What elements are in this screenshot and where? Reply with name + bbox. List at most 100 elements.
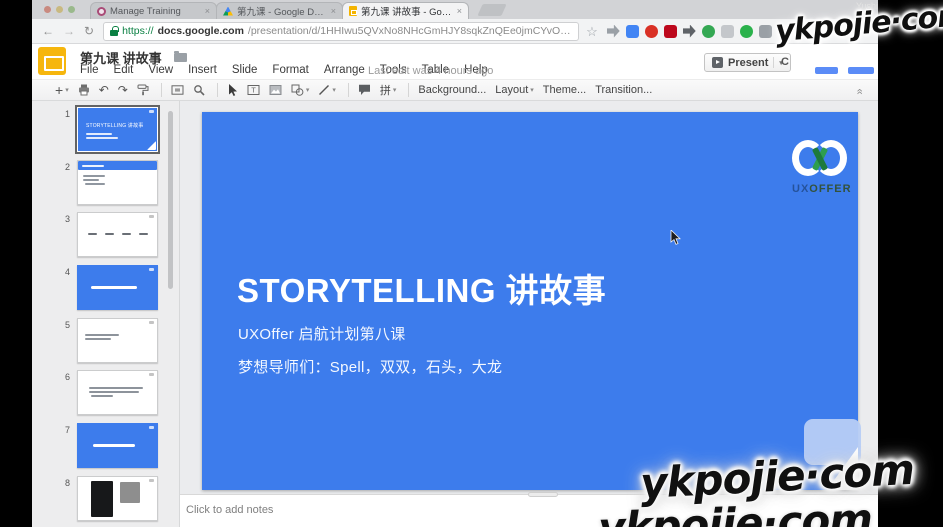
slide-mentors-line[interactable]: 梦想导师们：Spell，双双，石头，大龙 [238,356,502,377]
slide-number: 8 [56,478,70,488]
share-button-fragment[interactable] [815,67,838,74]
select-tool-button[interactable] [224,82,241,99]
shape-icon [291,84,304,96]
green-circle-extension-icon[interactable] [740,25,753,38]
dropdown-caret-icon[interactable]: ▾ [65,87,69,94]
slide-thumbnail[interactable]: STORYTELLING 讲故事 [77,107,158,152]
gray-extension-icon[interactable] [721,25,734,38]
hide-menus-icon[interactable]: « [853,88,865,93]
check-extension-icon[interactable] [702,25,715,38]
theme-button[interactable]: Theme... [540,82,589,99]
last-edit-status[interactable]: Last edit was 4 hours ago [368,65,493,77]
google-slides-logo-icon[interactable] [38,47,66,75]
bookmark-star-icon[interactable]: ☆ [586,25,598,38]
uxoffer-logo-text: UXOFFER [792,183,848,195]
back-icon[interactable]: ← [42,25,54,37]
insert-line-button[interactable]: ▾ [315,82,339,99]
menu-insert[interactable]: Insert [188,64,217,76]
tab-close-icon[interactable]: × [331,6,336,16]
thumbnail-corner-mark [149,426,154,429]
slide-thumbnail[interactable] [77,212,158,257]
menu-slide[interactable]: Slide [232,64,258,76]
new-slide-button[interactable]: +▾ [52,82,72,99]
tab-strip-tabs: Manage Training×第九课 - Google Drive×第九课 讲… [90,2,468,19]
pin-extension-icon[interactable] [664,25,677,38]
window-close-button[interactable] [44,6,51,13]
slide-thumbnail[interactable] [77,318,158,363]
paint-format-button[interactable] [134,82,152,99]
slide-thumbnail[interactable] [77,370,158,415]
comments-button[interactable]: C [781,56,789,68]
menu-format[interactable]: Format [272,64,308,76]
browser-tab[interactable]: Manage Training × [90,2,217,19]
menu-view[interactable]: View [148,64,173,76]
present-button[interactable]: Present ▾ [704,53,791,72]
thumbnail-dash [88,233,97,235]
zoom-button[interactable] [190,82,208,99]
reload-icon[interactable]: ↻ [84,25,94,37]
dropdown-caret-icon[interactable]: ▾ [393,87,397,94]
layout-button[interactable]: Layout▾ [492,82,537,99]
transition-button[interactable]: Transition... [592,82,655,99]
browser-tab[interactable]: 第九课 讲故事 - Google Slides× [342,2,469,19]
pinyin-button[interactable]: 拼▾ [377,82,400,99]
folder-icon[interactable] [174,53,187,62]
insert-comment-button[interactable] [355,82,374,99]
filmstrip-row: 1STORYTELLING 讲故事 [32,107,179,156]
tab-label: Manage Training [110,6,201,17]
slide-thumbnail[interactable] [77,160,158,205]
background-button[interactable]: Background... [415,82,489,99]
url-protocol: https:// [122,25,154,37]
url-input[interactable]: https://docs.google.com/presentation/d/1… [103,22,579,41]
zoom-fit-button[interactable] [168,82,187,99]
insert-shape-button[interactable]: ▾ [288,82,313,99]
tab-close-icon[interactable]: × [205,6,210,16]
forward-icon[interactable]: → [63,25,75,37]
current-slide[interactable]: UXOFFER STORYTELLING 讲故事 UXOffer 启航计划第八课… [202,112,858,490]
chat-extension-icon[interactable] [759,25,772,38]
redo-button[interactable]: ↷ [115,82,131,99]
window-minimize-button[interactable] [56,6,63,13]
notes-placeholder[interactable]: Click to add notes [186,504,273,516]
slide-thumbnail[interactable] [77,423,158,468]
slide-title[interactable]: STORYTELLING 讲故事 [237,264,606,312]
slide-subtitle[interactable]: UXOffer 启航计划第八课 [238,323,406,344]
app-header: 第九课 讲故事 FileEditViewInsertSlideFormatArr… [32,44,878,79]
notes-resize-handle[interactable] [528,492,558,497]
insert-image-button[interactable] [266,82,285,99]
tab-close-icon[interactable]: × [457,6,462,16]
dropdown-caret-icon[interactable]: ▾ [306,87,310,94]
slide-number: 5 [56,320,70,330]
undo-button[interactable]: ↶ [96,82,112,99]
extension-icons [607,25,772,38]
dropdown-caret-icon[interactable]: ▾ [530,87,534,94]
print-button[interactable] [75,82,93,99]
new-tab-button[interactable] [477,4,506,16]
window-maximize-button[interactable] [68,6,75,13]
menu-file[interactable]: File [80,64,99,76]
thumbnail-text-line [86,137,118,139]
slide-number: 7 [56,425,70,435]
avatar[interactable] [848,67,874,74]
uxoffer-logo-mark-icon [792,138,848,180]
share-extension-icon[interactable] [607,25,620,38]
menu-edit[interactable]: Edit [114,64,134,76]
slide-thumbnail[interactable] [77,476,158,521]
textbox-icon: T [247,84,260,96]
menu-arrange[interactable]: Arrange [324,64,365,76]
transition-button-label: Transition... [595,84,652,96]
docs-extension-icon[interactable] [626,25,639,38]
browser-tab[interactable]: 第九课 - Google Drive× [216,2,343,19]
thumbnail-text-line [85,338,111,340]
flag-extension-icon[interactable] [683,25,696,38]
slide-thumbnail[interactable] [77,265,158,310]
line-icon [318,84,330,96]
printer-icon [78,84,90,96]
dropdown-caret-icon[interactable]: ▾ [332,87,336,94]
google-slides-icon [349,6,357,16]
filmstrip-row: 6 [32,370,179,419]
filmstrip-row: 8 [32,476,179,525]
thumbnail-text-line [85,183,105,185]
red-badge-extension-icon[interactable] [645,25,658,38]
text-box-button[interactable]: T [244,82,263,99]
